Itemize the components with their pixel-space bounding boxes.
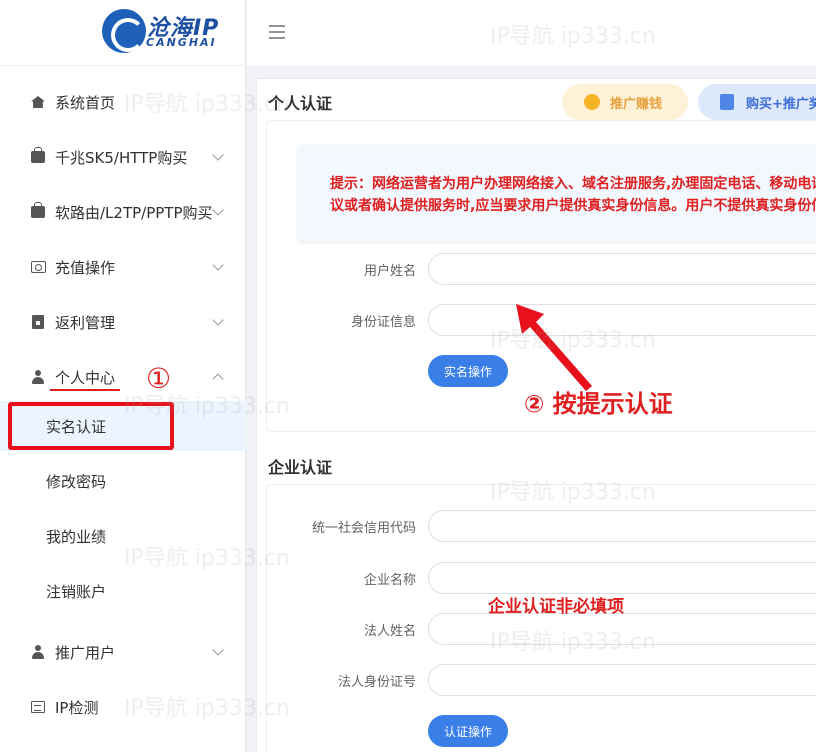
brand-logo[interactable]: 沧海IP CANGHAI — [0, 0, 245, 66]
chevron-up-icon — [212, 373, 224, 385]
sidebar-item-home[interactable]: 系统首页 — [0, 82, 246, 122]
underline-annotation — [50, 389, 120, 391]
optional-note-annotation: 企业认证非必填项 — [488, 597, 624, 617]
sidebar-item-personal-center[interactable]: 个人中心 — [0, 357, 246, 397]
chevron-down-icon — [212, 314, 224, 326]
sidebar-item-label: 推广用户 — [55, 643, 116, 662]
chevron-down-icon — [212, 259, 224, 271]
sidebar-item-label: 充值操作 — [55, 258, 116, 277]
sidebar-item-sk5[interactable]: 千兆SK5/HTTP购买 — [0, 137, 246, 177]
sidebar-subitem-performance[interactable]: 我的业绩 — [0, 511, 246, 561]
promo-earn-label: 推广赚钱 — [610, 96, 663, 112]
notepad-icon — [720, 94, 734, 110]
sidebar-item-label: 系统首页 — [55, 93, 116, 112]
id-info-label: 身份证信息 — [350, 315, 416, 330]
user-icon — [30, 644, 46, 660]
sidebar-item-recharge[interactable]: 充值操作 — [0, 247, 246, 287]
user-name-label: 用户姓名 — [363, 264, 416, 279]
company-name-input[interactable] — [428, 562, 816, 594]
sidebar-item-label: 个人中心 — [55, 368, 116, 387]
buy-promote-button[interactable]: 购买+推广奖 — [698, 84, 816, 120]
user-icon — [30, 369, 46, 385]
sidebar-item-label: IP检测 — [55, 698, 99, 717]
legal-name-label: 法人姓名 — [363, 624, 416, 639]
promo-earn-button[interactable]: 推广赚钱 — [562, 84, 688, 120]
legal-id-label: 法人身份证号 — [337, 675, 416, 690]
document-icon — [30, 699, 46, 715]
credit-code-label: 统一社会信用代码 — [311, 521, 416, 536]
step-2-annotation: ② 按提示认证 — [524, 390, 673, 418]
chevron-down-icon — [212, 644, 224, 656]
notice-line-1: 提示：网络运营者为用户办理网络接入、域名注册服务,办理固定电话、移动电话等入网手… — [330, 176, 816, 192]
personal-auth-title: 个人认证 — [268, 94, 333, 113]
buy-promote-label: 购买+推广奖 — [746, 96, 816, 112]
sidebar-subitem-label: 注销账户 — [46, 582, 107, 601]
notice-box: 提示：网络运营者为用户办理网络接入、域名注册服务,办理固定电话、移动电话等入网手… — [298, 145, 816, 241]
box-icon — [30, 314, 46, 330]
sidebar: 沧海IP CANGHAI 系统首页 千兆SK5/HTTP购买 软路由/L2TP/… — [0, 0, 246, 752]
user-name-input[interactable] — [428, 253, 816, 285]
legal-id-input[interactable] — [428, 664, 816, 696]
wallet-icon — [30, 259, 46, 275]
enterprise-submit-button[interactable]: 认证操作 — [428, 715, 508, 747]
sidebar-subitem-change-password[interactable]: 修改密码 — [0, 456, 246, 506]
sidebar-item-label: 软路由/L2TP/PPTP购买 — [55, 203, 213, 222]
menu-toggle-icon[interactable] — [269, 25, 285, 39]
coin-icon — [584, 94, 600, 110]
step-1-annotation: ① — [146, 362, 172, 395]
shopping-bag-icon — [30, 202, 46, 220]
sidebar-item-label: 千兆SK5/HTTP购买 — [55, 148, 188, 167]
sidebar-item-rebate[interactable]: 返利管理 — [0, 302, 246, 342]
shopping-bag-icon — [30, 147, 46, 165]
id-info-input[interactable] — [428, 304, 816, 336]
company-name-label: 企业名称 — [363, 573, 416, 588]
brand-sub: CANGHAI — [146, 36, 217, 49]
enterprise-auth-title: 企业认证 — [268, 458, 333, 477]
highlight-box — [8, 402, 174, 450]
chevron-down-icon — [212, 149, 224, 161]
notice-line-2: 议或者确认提供服务时,应当要求用户提供真实身份信息。用户不提供真实身份信息的,网… — [330, 198, 816, 214]
arrow-annotation — [516, 304, 592, 391]
legal-name-input[interactable] — [428, 613, 816, 645]
sidebar-item-router[interactable]: 软路由/L2TP/PPTP购买 — [0, 192, 246, 232]
sidebar-item-promote-users[interactable]: 推广用户 — [0, 632, 246, 672]
logo-icon — [102, 9, 146, 53]
real-name-submit-button[interactable]: 实名操作 — [428, 355, 508, 387]
home-icon — [30, 94, 46, 110]
sidebar-subitem-label: 我的业绩 — [46, 527, 107, 546]
sidebar-item-label: 返利管理 — [55, 313, 116, 332]
sidebar-subitem-cancel-account[interactable]: 注销账户 — [0, 566, 246, 616]
sidebar-subitem-label: 修改密码 — [46, 472, 107, 491]
credit-code-input[interactable] — [428, 510, 816, 542]
sidebar-item-ip-check[interactable]: IP检测 — [0, 687, 246, 727]
chevron-down-icon — [212, 204, 224, 216]
top-header — [247, 0, 816, 66]
